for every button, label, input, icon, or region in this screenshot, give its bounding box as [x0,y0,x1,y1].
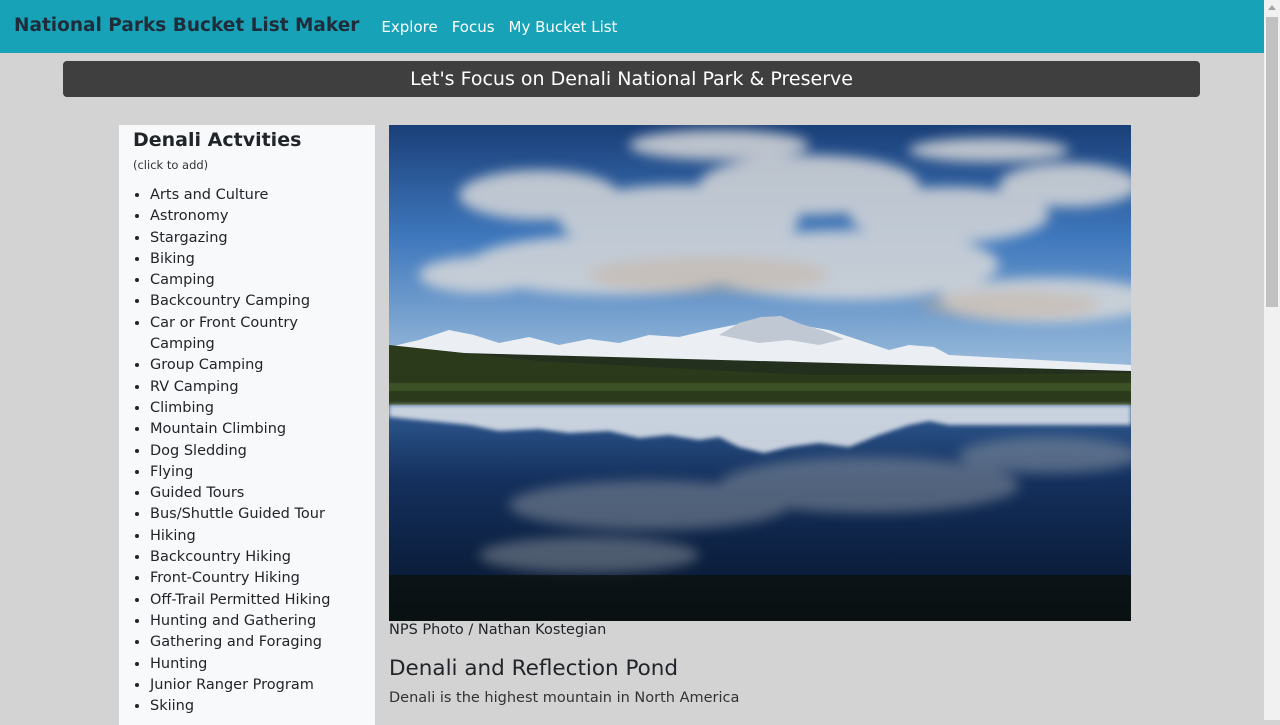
activity-list: Arts and CultureAstronomyStargazingBikin… [119,185,375,717]
navbar: National Parks Bucket List Maker Explore… [0,0,1264,53]
activity-item[interactable]: Junior Ranger Program [150,675,350,696]
activity-item[interactable]: Flying [150,462,350,483]
photo-description: Denali is the highest mountain in North … [389,690,740,706]
activity-item[interactable]: Bus/Shuttle Guided Tour [150,504,350,525]
activity-item[interactable]: Front-Country Hiking [150,568,350,589]
activity-item[interactable]: Guided Tours [150,483,350,504]
activity-item[interactable]: Stargazing [150,228,350,249]
activity-item[interactable]: Camping [150,270,350,291]
activity-item[interactable]: Arts and Culture [150,185,350,206]
activity-item[interactable]: Group Camping [150,355,350,376]
sidebar-title: Denali Actvities [133,129,302,151]
activity-item[interactable]: Astronomy [150,206,350,227]
activity-item[interactable]: Hunting and Gathering [150,611,350,632]
activity-item[interactable]: Off-Trail Permitted Hiking [150,590,350,611]
activity-item[interactable]: Skiing [150,696,350,717]
activity-item[interactable]: Dog Sledding [150,441,350,462]
activity-item[interactable]: Biking [150,249,350,270]
nav-link-focus[interactable]: Focus [452,18,495,36]
activity-item[interactable]: Backcountry Hiking [150,547,350,568]
brand-title[interactable]: National Parks Bucket List Maker [14,15,359,36]
activity-item[interactable]: Hiking [150,526,350,547]
photo-title: Denali and Reflection Pond [389,656,679,681]
activities-sidebar: Denali Actvities (click to add) Arts and… [119,125,375,725]
activity-item[interactable]: Backcountry Camping [150,291,350,312]
photo-caption: NPS Photo / Nathan Kostegian [389,622,607,638]
activity-item[interactable]: Climbing [150,398,350,419]
scrollbar-thumb[interactable] [1266,17,1278,307]
activity-item[interactable]: RV Camping [150,377,350,398]
focus-banner: Let's Focus on Denali National Park & Pr… [63,61,1200,97]
sidebar-subtitle: (click to add) [133,158,209,172]
activity-item[interactable]: Gathering and Foraging [150,632,350,653]
nav-links: Explore Focus My Bucket List [381,18,631,36]
activity-item[interactable]: Car or Front Country Camping [150,313,350,356]
scroll-up-arrow-icon[interactable] [1268,5,1276,10]
page-scrollbar[interactable] [1264,0,1280,720]
park-photo [389,125,1131,621]
activity-item[interactable]: Hunting [150,654,350,675]
nav-link-my-bucket-list[interactable]: My Bucket List [509,18,618,36]
activity-item[interactable]: Mountain Climbing [150,419,350,440]
nav-link-explore[interactable]: Explore [381,18,437,36]
